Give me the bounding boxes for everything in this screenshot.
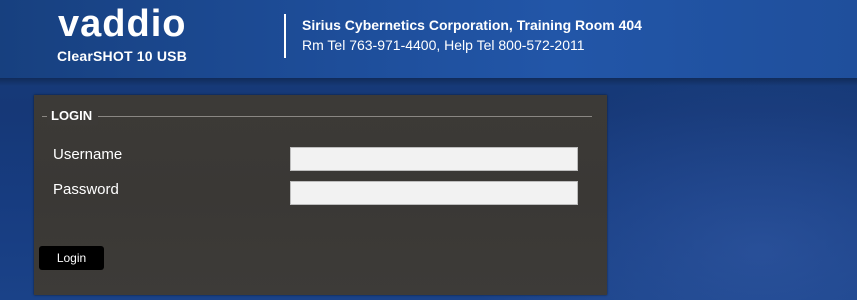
header-divider <box>284 14 286 58</box>
username-input[interactable] <box>290 147 578 171</box>
password-label: Password <box>53 181 119 198</box>
page-background: vaddio ClearSHOT 10 USB Sirius Cyberneti… <box>0 0 857 300</box>
logo-wordmark: vaddio <box>58 6 186 42</box>
username-label: Username <box>53 146 123 163</box>
login-button[interactable]: Login <box>39 246 104 270</box>
vaddio-logo: vaddio <box>58 6 186 42</box>
organization-name: Sirius Cybernetics Corporation, Training… <box>302 17 642 33</box>
login-panel: LOGIN Username Password Login <box>34 95 607 295</box>
product-name: ClearSHOT 10 USB <box>57 48 188 64</box>
legend-rule <box>42 116 592 117</box>
login-legend: LOGIN <box>47 107 99 125</box>
telephone-info: Rm Tel 763-971-4400, Help Tel 800-572-20… <box>302 37 585 53</box>
header-shadow <box>0 78 857 86</box>
password-input[interactable] <box>290 181 578 205</box>
